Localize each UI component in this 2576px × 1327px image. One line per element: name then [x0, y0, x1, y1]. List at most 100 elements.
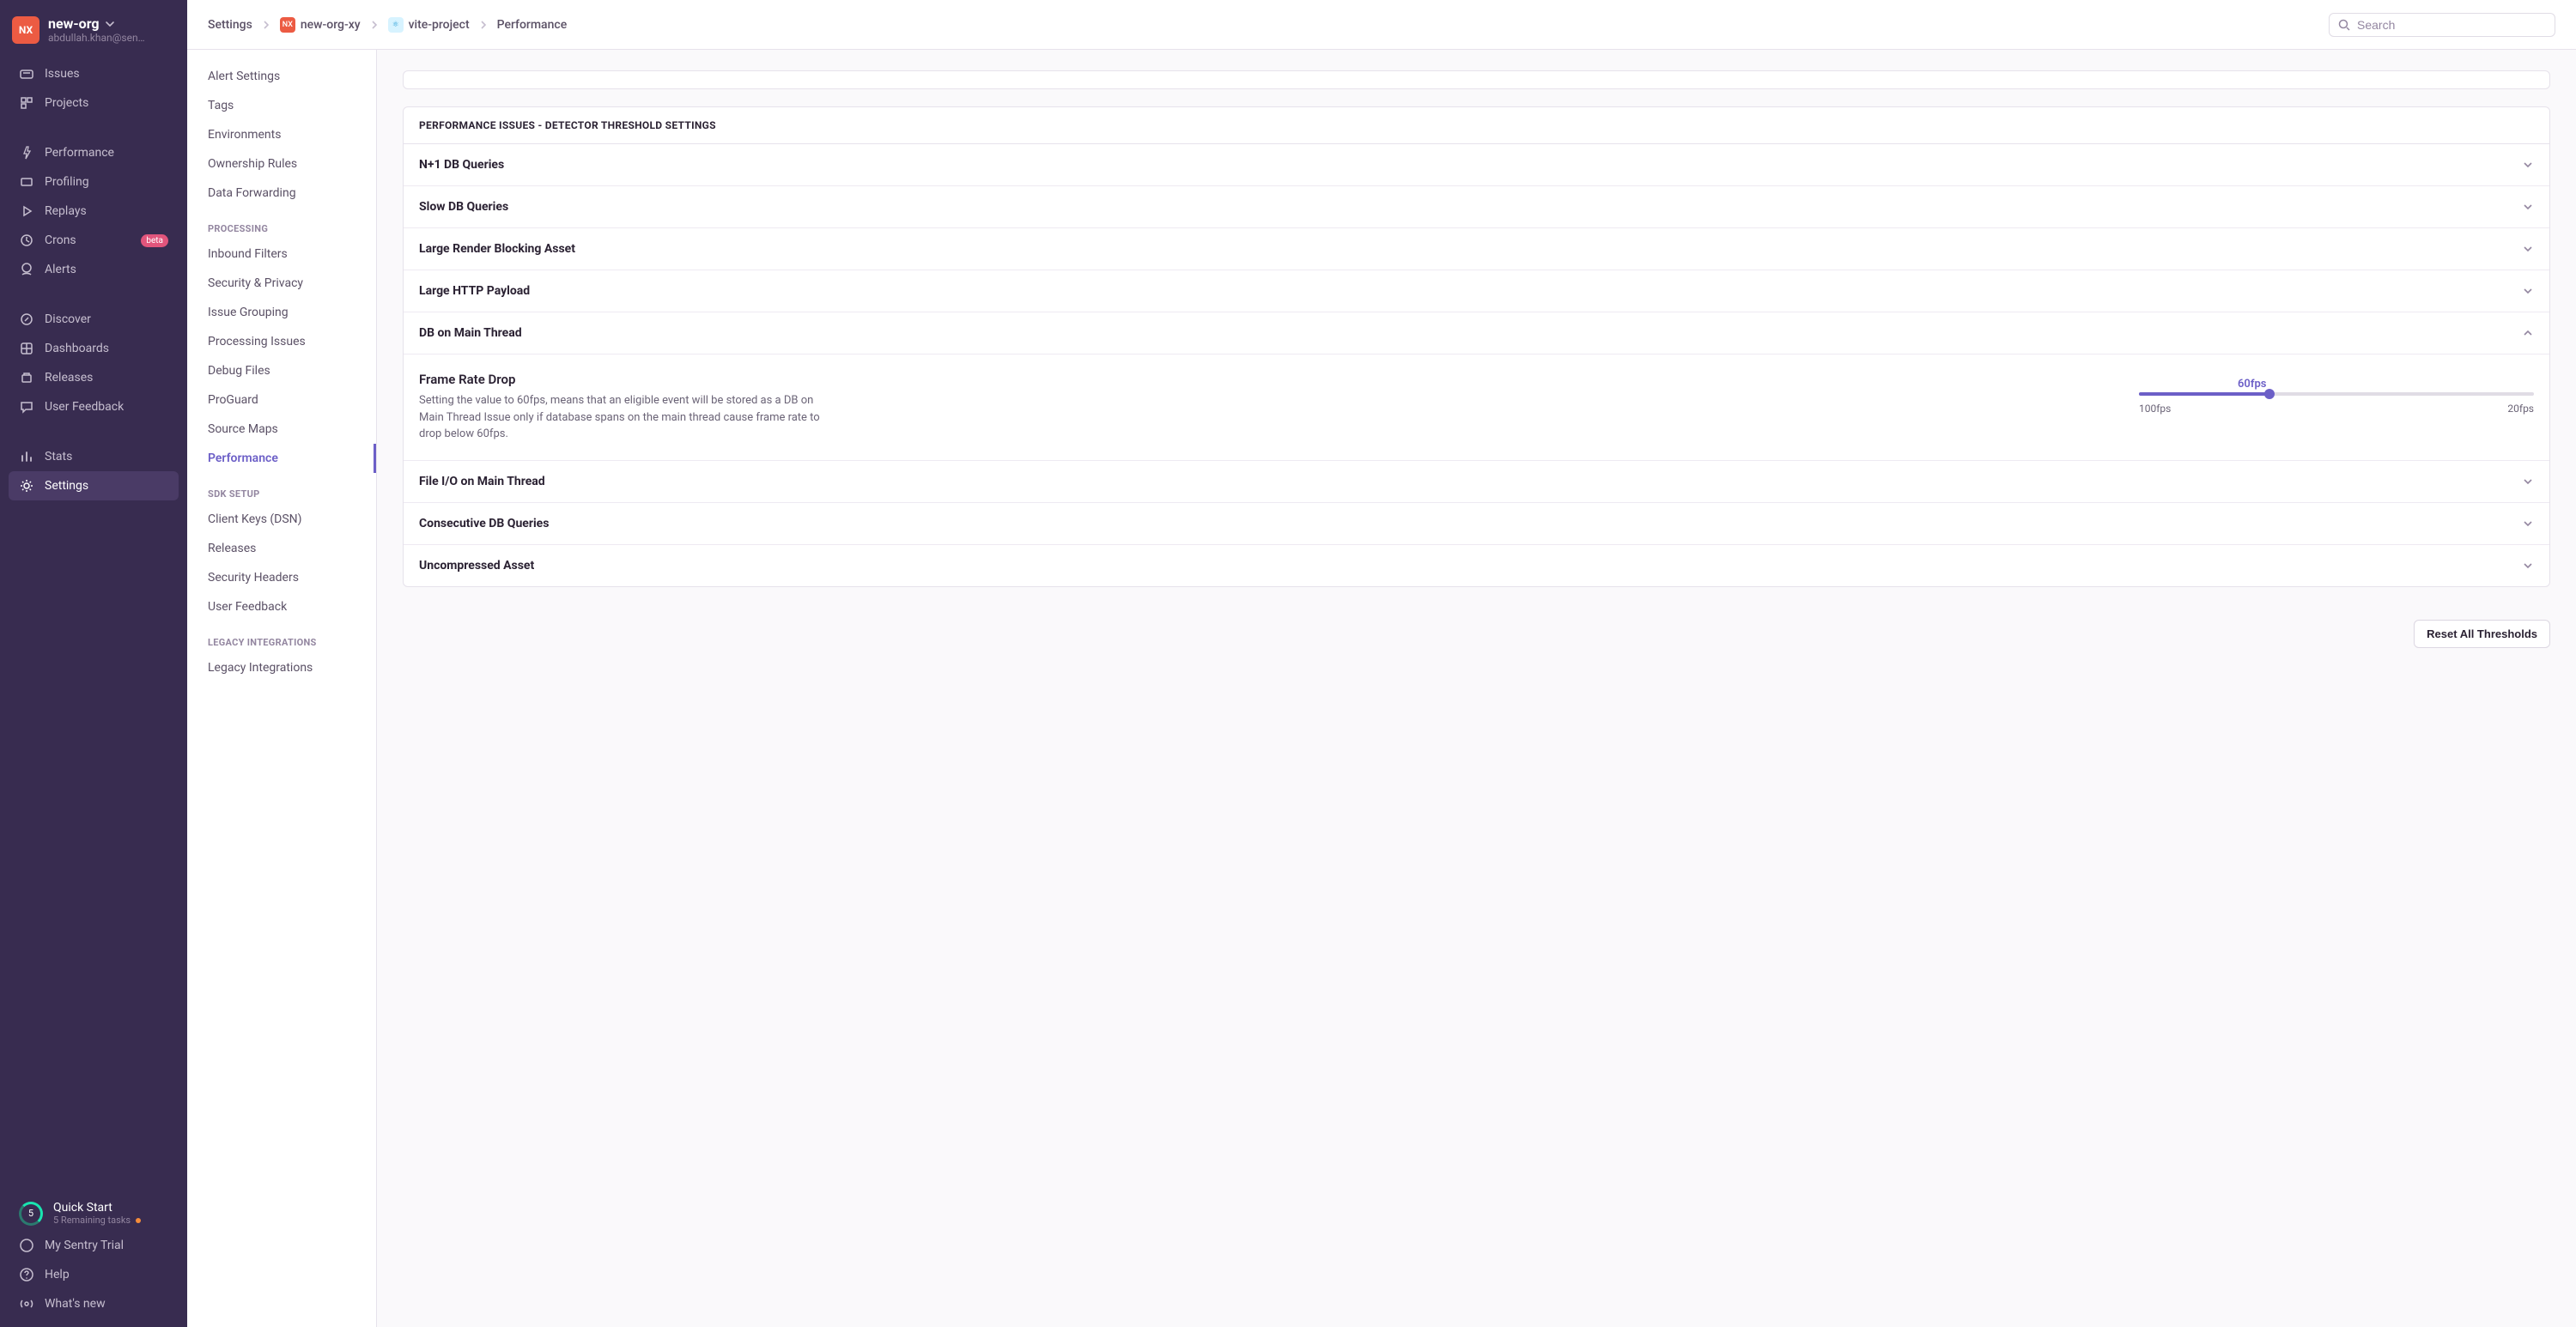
chevron-down-icon: [2522, 560, 2534, 572]
subnav-source-maps[interactable]: Source Maps: [187, 415, 376, 444]
nav-dashboards[interactable]: Dashboards: [9, 334, 179, 363]
row-slow-db-queries[interactable]: Slow DB Queries: [404, 186, 2549, 228]
dashboards-icon: [19, 341, 34, 356]
topbar: Settings NX new-org-xy ⚛ vite-project Pe…: [187, 0, 2576, 50]
dot-icon: [136, 1218, 141, 1223]
row-np1-db-queries[interactable]: N+1 DB Queries: [404, 144, 2549, 186]
chevron-down-icon: [2522, 201, 2534, 213]
panel-footer: Reset All Thresholds: [403, 608, 2550, 648]
subnav-releases[interactable]: Releases: [187, 534, 376, 563]
nav-label: Releases: [45, 371, 93, 385]
row-label: Large Render Blocking Asset: [419, 242, 575, 256]
nav-label: Replays: [45, 204, 87, 218]
subnav-processing-issues[interactable]: Processing Issues: [187, 327, 376, 356]
performance-icon: [19, 145, 34, 161]
settings-icon: [19, 478, 34, 494]
nav-label: Issues: [45, 67, 80, 81]
subnav-debug-files[interactable]: Debug Files: [187, 356, 376, 385]
subnav-tags[interactable]: Tags: [187, 91, 376, 120]
chevron-down-icon: [2522, 518, 2534, 530]
fps-slider[interactable]: [2139, 392, 2534, 396]
my-sentry-trial[interactable]: My Sentry Trial: [9, 1231, 179, 1260]
org-name: new-org: [48, 15, 100, 32]
subnav-security-privacy[interactable]: Security & Privacy: [187, 269, 376, 298]
slider-fill: [2139, 392, 2269, 396]
org-badge-icon: NX: [280, 17, 295, 33]
subnav-data-forwarding[interactable]: Data Forwarding: [187, 179, 376, 208]
trial-icon: [19, 1238, 34, 1253]
subnav-alert-settings[interactable]: Alert Settings: [187, 62, 376, 91]
slider-value: 60fps: [2238, 378, 2266, 391]
search-input[interactable]: [2357, 18, 2546, 32]
nav-discover[interactable]: Discover: [9, 305, 179, 334]
quick-start[interactable]: 5 Quick Start 5 Remaining tasks: [9, 1196, 179, 1231]
chevron-down-icon: [2522, 285, 2534, 297]
row-label: Large HTTP Payload: [419, 284, 530, 298]
nav-stats[interactable]: Stats: [9, 442, 179, 471]
chevron-right-icon: [478, 20, 489, 30]
subnav-legacy-integrations[interactable]: Legacy Integrations: [187, 653, 376, 682]
crumb-project[interactable]: ⚛ vite-project: [388, 17, 470, 33]
breadcrumb: Settings NX new-org-xy ⚛ vite-project Pe…: [208, 17, 567, 33]
nav-crons[interactable]: Crons beta: [9, 226, 179, 255]
subnav-security-headers[interactable]: Security Headers: [187, 563, 376, 592]
subnav-inbound-filters[interactable]: Inbound Filters: [187, 239, 376, 269]
crumb-org[interactable]: NX new-org-xy: [280, 17, 361, 33]
quick-start-sub: 5 Remaining tasks: [53, 1215, 141, 1226]
nav-alerts[interactable]: Alerts: [9, 255, 179, 284]
replays-icon: [19, 203, 34, 219]
stats-icon: [19, 449, 34, 464]
org-switcher[interactable]: NX new-org abdullah.khan@sen…: [0, 9, 187, 56]
reset-all-thresholds-button[interactable]: Reset All Thresholds: [2414, 620, 2550, 648]
row-large-render-blocking-asset[interactable]: Large Render Blocking Asset: [404, 228, 2549, 270]
label: What's new: [45, 1297, 106, 1311]
subnav-group-legacy: LEGACY INTEGRATIONS: [187, 621, 376, 653]
subnav-group-sdk: SDK SETUP: [187, 473, 376, 505]
help[interactable]: Help: [9, 1260, 179, 1289]
nav-label: Projects: [45, 96, 88, 110]
nav-user-feedback[interactable]: User Feedback: [9, 392, 179, 421]
frame-rate-drop-title: Frame Rate Drop: [419, 372, 2105, 387]
issues-icon: [19, 66, 34, 82]
nav-issues[interactable]: Issues: [9, 59, 179, 88]
row-uncompressed-asset[interactable]: Uncompressed Asset: [404, 545, 2549, 586]
db-on-main-thread-body: Frame Rate Drop Setting the value to 60f…: [404, 354, 2549, 461]
subnav-proguard[interactable]: ProGuard: [187, 385, 376, 415]
row-label: Consecutive DB Queries: [419, 517, 549, 530]
subnav-ownership-rules[interactable]: Ownership Rules: [187, 149, 376, 179]
row-large-http-payload[interactable]: Large HTTP Payload: [404, 270, 2549, 312]
chevron-right-icon: [369, 20, 380, 30]
nav-label: Crons: [45, 233, 76, 247]
whats-new[interactable]: What's new: [9, 1289, 179, 1318]
chevron-down-icon: [105, 19, 115, 29]
subnav-performance[interactable]: Performance: [187, 444, 376, 473]
subnav-issue-grouping[interactable]: Issue Grouping: [187, 298, 376, 327]
subnav-client-keys[interactable]: Client Keys (DSN): [187, 505, 376, 534]
nav-label: Profiling: [45, 175, 89, 189]
search-field[interactable]: [2329, 13, 2555, 37]
row-db-on-main-thread[interactable]: DB on Main Thread: [404, 312, 2549, 354]
row-label: DB on Main Thread: [419, 326, 522, 340]
nav-projects[interactable]: Projects: [9, 88, 179, 118]
row-label: Slow DB Queries: [419, 200, 508, 214]
row-file-io-main-thread[interactable]: File I/O on Main Thread: [404, 461, 2549, 503]
subnav-environments[interactable]: Environments: [187, 120, 376, 149]
chevron-down-icon: [2522, 159, 2534, 171]
crumb-settings[interactable]: Settings: [208, 18, 252, 32]
nav-profiling[interactable]: Profiling: [9, 167, 179, 197]
main-content: Performance Issues - Detector Threshold …: [377, 50, 2576, 1327]
crons-icon: [19, 233, 34, 248]
slider-min-label: 100fps: [2139, 403, 2171, 415]
nav-releases[interactable]: Releases: [9, 363, 179, 392]
settings-subnav: Alert Settings Tags Environments Ownersh…: [187, 50, 377, 1327]
slider-thumb[interactable]: [2264, 389, 2275, 399]
nav-settings[interactable]: Settings: [9, 471, 179, 500]
chevron-right-icon: [261, 20, 271, 30]
nav-label: User Feedback: [45, 400, 124, 414]
react-icon: ⚛: [388, 17, 404, 33]
subnav-user-feedback[interactable]: User Feedback: [187, 592, 376, 621]
nav-performance[interactable]: Performance: [9, 138, 179, 167]
row-label: N+1 DB Queries: [419, 158, 504, 172]
nav-replays[interactable]: Replays: [9, 197, 179, 226]
row-consecutive-db-queries[interactable]: Consecutive DB Queries: [404, 503, 2549, 545]
